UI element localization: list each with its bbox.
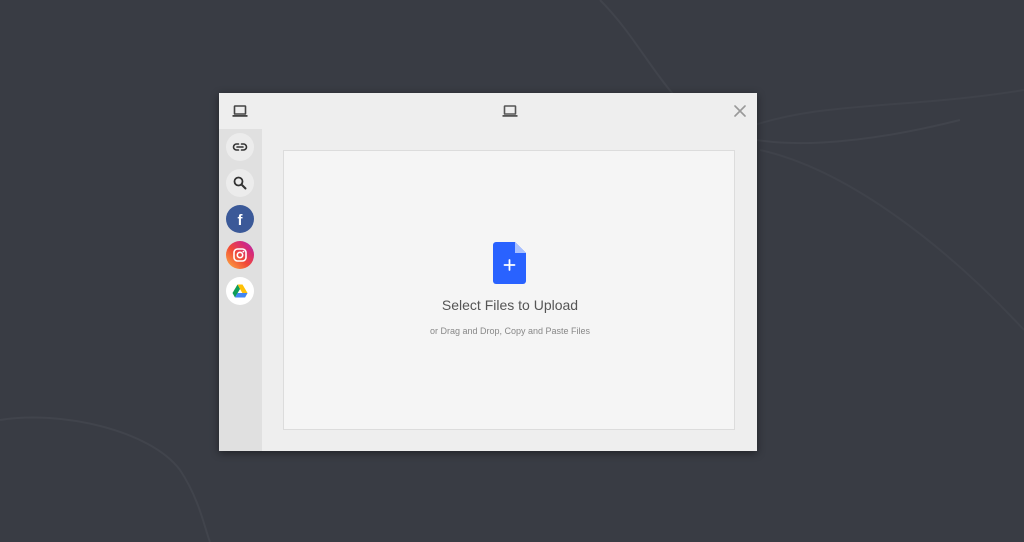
drop-zone-subtitle: or Drag and Drop, Copy and Paste Files bbox=[429, 326, 591, 336]
laptop-icon bbox=[502, 103, 518, 119]
sidebar-item-link[interactable] bbox=[226, 133, 254, 161]
sidebar-item-search[interactable] bbox=[226, 169, 254, 197]
google-drive-icon bbox=[232, 284, 248, 298]
close-button[interactable] bbox=[729, 100, 751, 122]
file-drop-zone[interactable]: Select Files to Upload or Drag and Drop,… bbox=[283, 150, 735, 430]
laptop-icon[interactable] bbox=[232, 103, 248, 119]
search-icon bbox=[233, 176, 247, 190]
sidebar-item-google-drive[interactable] bbox=[226, 277, 254, 305]
source-sidebar: f bbox=[219, 129, 262, 451]
sidebar-item-facebook[interactable]: f bbox=[226, 205, 254, 233]
upload-dialog: f Select Files to Upload or Drag and Dro… bbox=[219, 93, 757, 451]
facebook-icon: f bbox=[237, 211, 243, 229]
close-icon bbox=[734, 105, 746, 117]
dialog-header bbox=[219, 93, 757, 129]
sidebar-item-instagram[interactable] bbox=[226, 241, 254, 269]
link-icon bbox=[232, 143, 248, 151]
instagram-icon bbox=[233, 248, 247, 262]
drop-zone-title: Select Files to Upload bbox=[441, 297, 579, 313]
file-add-icon bbox=[493, 242, 526, 284]
